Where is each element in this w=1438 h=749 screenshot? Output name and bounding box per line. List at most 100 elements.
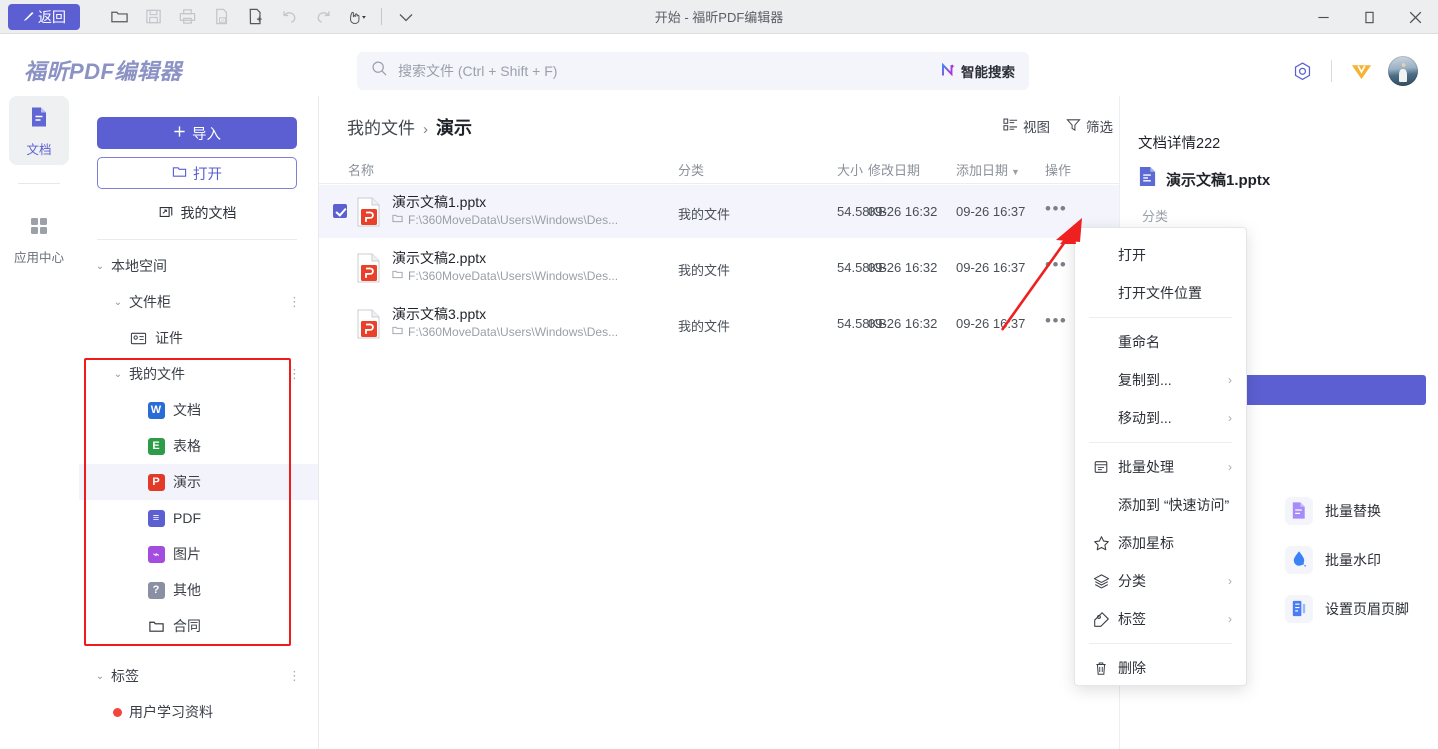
tree-node-excel[interactable]: E 表格 xyxy=(79,428,319,464)
tree-label: 合同 xyxy=(173,618,201,634)
menu-item-batch-process[interactable]: 批量处理 › xyxy=(1075,448,1246,486)
open-button[interactable]: 打开 xyxy=(97,157,297,189)
more-options-icon[interactable]: ⋮ xyxy=(288,366,301,382)
column-header-size[interactable]: 大小 xyxy=(837,160,863,179)
row-checkbox[interactable] xyxy=(333,204,347,218)
file-category: 我的文件 xyxy=(678,319,731,334)
tag-icon xyxy=(1092,610,1110,628)
tree-node-local-space[interactable]: ⌄ 本地空间 xyxy=(79,248,319,284)
tree-node-word[interactable]: W 文档 xyxy=(79,392,319,428)
import-button[interactable]: 导入 xyxy=(97,117,297,149)
chevron-right-icon: › xyxy=(1228,574,1232,588)
back-button[interactable]: 返回 xyxy=(8,3,80,30)
tree-node-my-files[interactable]: ⌄ 我的文件 ⋮ xyxy=(79,356,319,392)
menu-label: 打开 xyxy=(1118,247,1146,263)
my-documents-item[interactable]: 我的文档 xyxy=(97,199,297,227)
hand-tool-icon[interactable] xyxy=(340,2,374,32)
menu-item-rename[interactable]: 重命名 xyxy=(1075,323,1246,361)
menu-item-category[interactable]: 分类 › xyxy=(1075,562,1246,600)
breadcrumb-separator: › xyxy=(423,121,428,138)
filter-funnel-icon xyxy=(1066,117,1081,135)
settings-hex-icon[interactable] xyxy=(1283,54,1321,88)
new-file-icon[interactable] xyxy=(238,2,272,32)
detail-file-row: 演示文稿1.pptx xyxy=(1138,166,1270,192)
more-options-icon[interactable]: ⋮ xyxy=(288,668,301,684)
column-header-category[interactable]: 分类 xyxy=(678,160,704,179)
print-icon[interactable] xyxy=(170,2,204,32)
chevron-down-icon[interactable]: ⌄ xyxy=(111,369,125,380)
maximize-button[interactable] xyxy=(1346,0,1392,34)
tree-node-presentation[interactable]: P 演示 xyxy=(79,464,319,500)
left-rail: 文档 应用中心 xyxy=(0,96,78,749)
menu-item-open[interactable]: 打开 xyxy=(1075,236,1246,274)
ppt-file-icon xyxy=(356,253,382,283)
file-category: 我的文件 xyxy=(678,263,731,278)
main-content: 我的文件 › 演示 视图 筛选 名称 分类 大小 修改日期 添加日期 ▼ 操作 … xyxy=(319,96,1119,749)
menu-separator xyxy=(1089,317,1232,318)
search-bar[interactable]: 搜索文件 (Ctrl + Shift + F) 智能搜索 xyxy=(357,52,1029,90)
tree-node-tags[interactable]: ⌄ 标签 ⋮ xyxy=(79,658,319,694)
tree-node-pdf[interactable]: ≡ PDF xyxy=(79,500,319,536)
column-header-name[interactable]: 名称 xyxy=(348,160,374,179)
tree-node-image[interactable]: ⌁ 图片 xyxy=(79,536,319,572)
rail-item-documents[interactable]: 文档 xyxy=(9,96,69,165)
vip-diamond-icon[interactable] xyxy=(1342,54,1380,88)
tool-batch-watermark[interactable]: 批量水印 xyxy=(1285,535,1409,584)
tool-batch-replace[interactable]: 批量替换 xyxy=(1285,486,1409,535)
batch-replace-icon xyxy=(1285,496,1313,525)
menu-item-tag[interactable]: 标签 › xyxy=(1075,600,1246,638)
tool-header-footer[interactable]: 设置页眉页脚 xyxy=(1285,584,1409,633)
export-icon[interactable] xyxy=(204,2,238,32)
search-placeholder: 搜索文件 (Ctrl + Shift + F) xyxy=(398,63,558,79)
tree-node-user-study-material[interactable]: 用户学习资料 xyxy=(79,694,319,730)
apps-grid-icon xyxy=(28,215,50,242)
column-header-modified[interactable]: 修改日期 xyxy=(868,160,920,179)
save-icon[interactable] xyxy=(136,2,170,32)
filter-button[interactable]: 筛选 xyxy=(1066,116,1113,136)
menu-item-copy-to[interactable]: 复制到... › xyxy=(1075,361,1246,399)
folder-tree: ⌄ 本地空间 ⌄ 文件柜 ⋮ 证件 ⌄ 我的文件 ⋮ W 文档 E 表格 P 演… xyxy=(79,248,319,730)
menu-item-move-to[interactable]: 移动到... › xyxy=(1075,399,1246,437)
tree-node-certificates[interactable]: 证件 xyxy=(79,320,319,356)
tree-node-contract[interactable]: 合同 xyxy=(79,608,319,644)
undo-icon[interactable] xyxy=(272,2,306,32)
more-chevron-icon[interactable] xyxy=(389,2,423,32)
my-documents-label: 我的文档 xyxy=(180,205,237,221)
chevron-down-icon[interactable]: ⌄ xyxy=(111,297,125,308)
tree-node-filecabinet[interactable]: ⌄ 文件柜 ⋮ xyxy=(79,284,319,320)
menu-item-add-star[interactable]: 添加星标 xyxy=(1075,524,1246,562)
minimize-button[interactable] xyxy=(1300,0,1346,34)
rail-item-appcenter[interactable]: 应用中心 xyxy=(9,206,69,273)
table-row[interactable]: 演示文稿1.pptx F:\360MoveData\Users\Windows\… xyxy=(319,185,1119,238)
row-more-actions-icon[interactable]: ••• xyxy=(1045,311,1067,331)
breadcrumb-root[interactable]: 我的文件 xyxy=(347,114,415,139)
chevron-down-icon[interactable]: ⌄ xyxy=(93,261,107,272)
path-folder-icon xyxy=(392,269,403,283)
sort-indicator-icon[interactable]: ▼ xyxy=(1011,167,1020,177)
ai-search-button[interactable]: 智能搜索 xyxy=(940,61,1015,81)
tool-label: 批量替换 xyxy=(1325,502,1381,519)
tree-label: 表格 xyxy=(173,438,201,454)
ppt-icon: P xyxy=(147,473,165,491)
row-more-actions-icon[interactable]: ••• xyxy=(1045,255,1067,275)
tree-label: 图片 xyxy=(173,546,201,562)
menu-label: 标签 xyxy=(1118,611,1146,627)
menu-item-open-file-location[interactable]: 打开文件位置 xyxy=(1075,274,1246,312)
star-icon xyxy=(1092,534,1110,552)
table-row[interactable]: 演示文稿3.pptx F:\360MoveData\Users\Windows\… xyxy=(319,297,1119,350)
row-more-actions-icon[interactable]: ••• xyxy=(1045,199,1067,219)
menu-item-delete[interactable]: 删除 xyxy=(1075,649,1246,687)
user-avatar[interactable] xyxy=(1388,56,1418,86)
menu-item-add-to-quick-access[interactable]: 添加到 “快速访问” xyxy=(1075,486,1246,524)
search-icon xyxy=(371,60,388,82)
more-options-icon[interactable]: ⋮ xyxy=(288,294,301,310)
close-button[interactable] xyxy=(1392,0,1438,34)
view-mode-button[interactable]: 视图 xyxy=(1003,116,1050,136)
redo-icon[interactable] xyxy=(306,2,340,32)
column-header-added[interactable]: 添加日期 ▼ xyxy=(956,160,1020,179)
tree-node-other[interactable]: ? 其他 xyxy=(79,572,319,608)
open-folder-icon[interactable] xyxy=(102,2,136,32)
table-row[interactable]: 演示文稿2.pptx F:\360MoveData\Users\Windows\… xyxy=(319,241,1119,294)
rail-divider xyxy=(18,183,60,184)
chevron-down-icon[interactable]: ⌄ xyxy=(93,671,107,682)
